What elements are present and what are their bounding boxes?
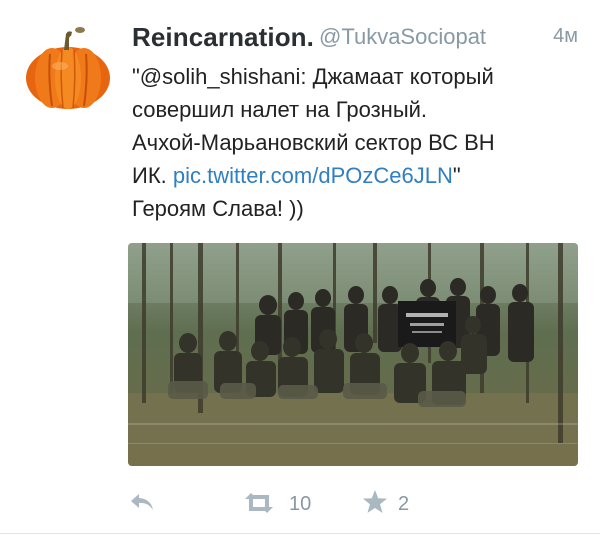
tweet-text-prefix: ИК. bbox=[132, 163, 173, 188]
retweet-icon[interactable] bbox=[241, 493, 277, 518]
tweet-text-line: Ачхой-Марьановский сектор ВС ВН bbox=[132, 130, 495, 155]
tweet-photo[interactable] bbox=[128, 243, 578, 466]
group-photo-image bbox=[128, 243, 578, 466]
tweet-actions: 10 2 bbox=[0, 485, 600, 525]
author-handle[interactable]: @TukvaSociopat bbox=[319, 24, 486, 50]
tweet-text-line: ИК. pic.twitter.com/dPOzCe6JLN" bbox=[132, 159, 580, 192]
tweet-text-line: Героям Слава! )) bbox=[132, 196, 304, 221]
favorite-count: 2 bbox=[398, 493, 410, 515]
author-name[interactable]: Reincarnation. bbox=[132, 22, 314, 53]
pumpkin-avatar-image bbox=[22, 22, 114, 114]
tweet-text-line: совершил налет на Грозный. bbox=[132, 97, 428, 122]
retweet-count: 10 bbox=[289, 493, 312, 515]
media-link[interactable]: pic.twitter.com/dPOzCe6JLN bbox=[173, 163, 453, 188]
tweet-text-suffix: " bbox=[452, 163, 461, 188]
tweet[interactable]: Reincarnation. @TukvaSociopat 4м "@solih… bbox=[0, 0, 600, 534]
star-icon[interactable] bbox=[362, 489, 388, 520]
avatar[interactable] bbox=[22, 22, 114, 114]
reply-icon[interactable] bbox=[128, 491, 156, 518]
tweet-text-line: "@solih_shishani: Джамаат который bbox=[132, 64, 494, 89]
tweet-text: "@solih_shishani: Джамаат который соверш… bbox=[132, 60, 580, 225]
tweet-timestamp[interactable]: 4м bbox=[553, 25, 578, 48]
